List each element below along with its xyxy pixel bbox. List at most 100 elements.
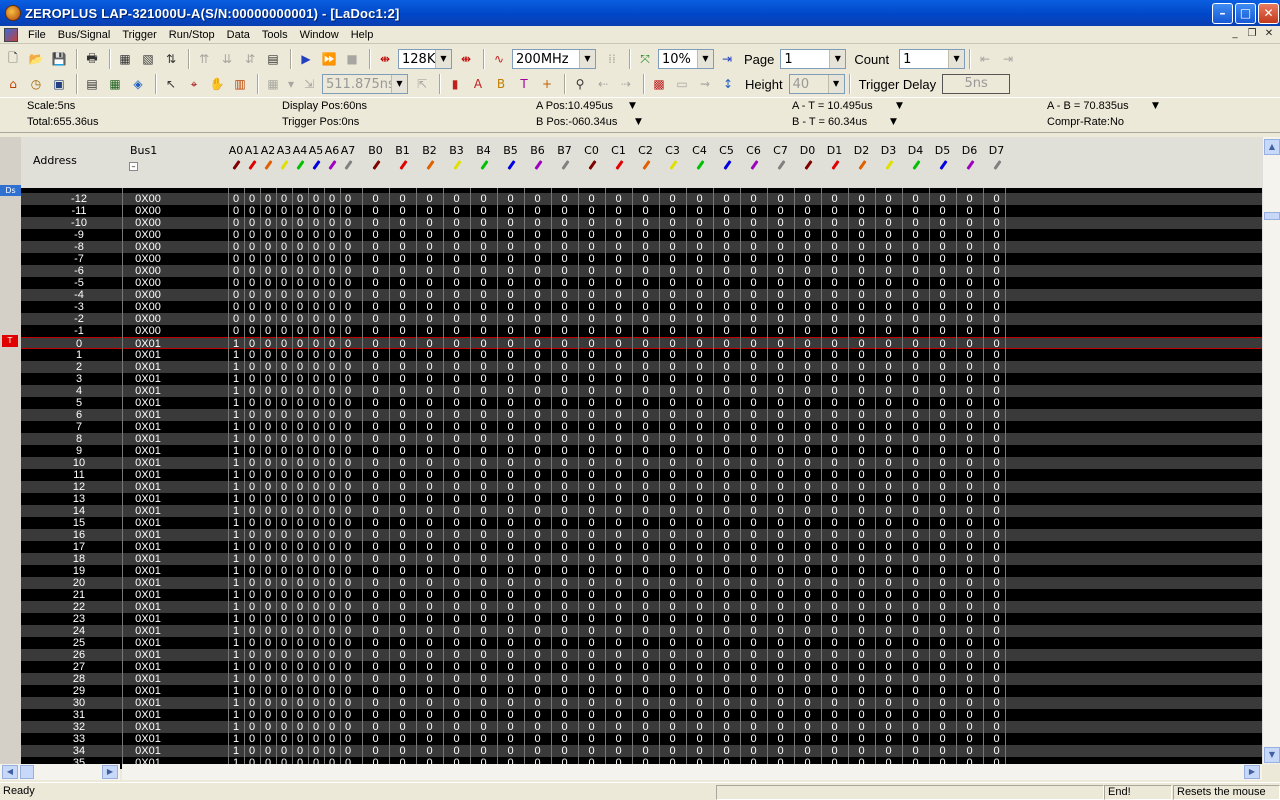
table-row[interactable]: -4 0X00 0 0 0 0 0 0 0 0 0 0 0 0 0 0 0 0 0 0 0 0 0 0 0 0 0 0 0 0 0 0 0 0 <box>21 289 1262 301</box>
scroll-thumb[interactable] <box>1264 212 1280 220</box>
bar-icon[interactable]: ▮ <box>445 74 465 94</box>
grid-icon[interactable]: ▦ <box>263 74 283 94</box>
table-row[interactable]: -5 0X00 0 0 0 0 0 0 0 0 0 0 0 0 0 0 0 0 0 0 0 0 0 0 0 0 0 0 0 0 0 0 0 0 <box>21 277 1262 289</box>
channel-header-a0[interactable]: A0 <box>228 144 244 157</box>
hand-icon[interactable]: ✋ <box>207 74 227 94</box>
channel-header-a2[interactable]: A2 <box>260 144 276 157</box>
channel-header-c1[interactable]: C1 <box>605 144 632 157</box>
menu-help[interactable]: Help <box>345 29 380 41</box>
bar-b-icon[interactable]: B <box>491 74 511 94</box>
save-icon[interactable]: 💾 <box>49 49 69 69</box>
bus-arrow-icon[interactable]: ⇝ <box>695 74 715 94</box>
channel-header-a6[interactable]: A6 <box>324 144 340 157</box>
table-row[interactable]: -6 0X00 0 0 0 0 0 0 0 0 0 0 0 0 0 0 0 0 0 0 0 0 0 0 0 0 0 0 0 0 0 0 0 0 <box>21 265 1262 277</box>
edge-up-icon[interactable]: ⇈ <box>194 49 214 69</box>
trigger-marker[interactable]: T <box>2 335 18 347</box>
channel-header-d2[interactable]: D2 <box>848 144 875 157</box>
channel-header-c4[interactable]: C4 <box>686 144 713 157</box>
channel-header-b3[interactable]: B3 <box>443 144 470 157</box>
cursor-icon[interactable]: ⌖ <box>184 74 204 94</box>
scroll-right-icon[interactable]: ▶ <box>1244 765 1260 779</box>
channel-header-c5[interactable]: C5 <box>713 144 740 157</box>
calendar-icon[interactable]: ▩ <box>649 74 669 94</box>
table-row[interactable]: 15 0X01 1 0 0 0 0 0 0 0 0 0 0 0 0 0 0 0 0 0 0 0 0 0 0 0 0 0 0 0 0 0 0 0 <box>21 517 1262 529</box>
table-row[interactable]: 7 0X01 1 0 0 0 0 0 0 0 0 0 0 0 0 0 0 0 0 0 0 0 0 0 0 0 0 0 0 0 0 0 0 0 <box>21 421 1262 433</box>
close-button[interactable]: ✕ <box>1258 3 1279 24</box>
address-header[interactable]: Address <box>33 154 77 167</box>
channel-header-c3[interactable]: C3 <box>659 144 686 157</box>
mdi-close-button[interactable]: ✕ <box>1262 28 1276 41</box>
channel-header-a1[interactable]: A1 <box>244 144 260 157</box>
count-select[interactable]: 1 ▼ <box>899 49 966 69</box>
memory-max-icon[interactable]: ⇼ <box>456 49 476 69</box>
menu-window[interactable]: Window <box>294 29 345 41</box>
bar-t-icon[interactable]: T <box>514 74 534 94</box>
table-row[interactable]: 16 0X01 1 0 0 0 0 0 0 0 0 0 0 0 0 0 0 0 0 0 0 0 0 0 0 0 0 0 0 0 0 0 0 0 <box>21 529 1262 541</box>
channel-header-c2[interactable]: C2 <box>632 144 659 157</box>
channel-header-a5[interactable]: A5 <box>308 144 324 157</box>
channel-header-d4[interactable]: D4 <box>902 144 929 157</box>
binoculars-icon[interactable]: ⚲ <box>570 74 590 94</box>
trigger-delay-value[interactable]: 5ns <box>942 74 1011 94</box>
time-value-select[interactable]: 511.875ns ▼ <box>322 74 408 94</box>
right-horizontal-scrollbar[interactable]: ▶ <box>122 764 1262 780</box>
table-row[interactable]: 5 0X01 1 0 0 0 0 0 0 0 0 0 0 0 0 0 0 0 0 0 0 0 0 0 0 0 0 0 0 0 0 0 0 0 <box>21 397 1262 409</box>
channel-header-a7[interactable]: A7 <box>340 144 356 157</box>
a-t-dropdown-icon[interactable]: ▼ <box>896 101 903 111</box>
table-icon[interactable]: ▦ <box>105 74 125 94</box>
menu-run-stop[interactable]: Run/Stop <box>163 29 221 41</box>
zoom-fit-icon[interactable]: ⤧ <box>635 49 655 69</box>
ruler-icon[interactable]: ▥ <box>230 74 250 94</box>
table-row[interactable]: 14 0X01 1 0 0 0 0 0 0 0 0 0 0 0 0 0 0 0 0 0 0 0 0 0 0 0 0 0 0 0 0 0 0 0 <box>21 505 1262 517</box>
mdi-restore-button[interactable]: ❐ <box>1245 28 1259 41</box>
channel-header-c7[interactable]: C7 <box>767 144 794 157</box>
table-row[interactable]: 0 0X01 1 0 0 0 0 0 0 0 0 0 0 0 0 0 0 0 0 0 0 0 0 0 0 0 0 0 0 0 0 0 0 0 <box>21 337 1262 350</box>
table-row[interactable]: 21 0X01 1 0 0 0 0 0 0 0 0 0 0 0 0 0 0 0 0 0 0 0 0 0 0 0 0 0 0 0 0 0 0 0 <box>21 589 1262 601</box>
channel-header-d6[interactable]: D6 <box>956 144 983 157</box>
stop-icon[interactable]: ■ <box>342 49 362 69</box>
channel-header-c6[interactable]: C6 <box>740 144 767 157</box>
scroll-right-icon[interactable]: ▶ <box>102 765 118 779</box>
chip-icon[interactable]: ◈ <box>128 74 148 94</box>
chevron-down-icon[interactable]: ▼ <box>829 50 846 68</box>
channel-header-b5[interactable]: B5 <box>497 144 524 157</box>
table-row[interactable]: 31 0X01 1 0 0 0 0 0 0 0 0 0 0 0 0 0 0 0 0 0 0 0 0 0 0 0 0 0 0 0 0 0 0 0 <box>21 709 1262 721</box>
bar-a-icon[interactable]: A <box>468 74 488 94</box>
channel-header-b2[interactable]: B2 <box>416 144 443 157</box>
chevron-down-icon[interactable]: ▼ <box>827 75 844 93</box>
table-row[interactable]: 32 0X01 1 0 0 0 0 0 0 0 0 0 0 0 0 0 0 0 0 0 0 0 0 0 0 0 0 0 0 0 0 0 0 0 <box>21 721 1262 733</box>
menu-data[interactable]: Data <box>221 29 256 41</box>
table-row[interactable]: -9 0X00 0 0 0 0 0 0 0 0 0 0 0 0 0 0 0 0 0 0 0 0 0 0 0 0 0 0 0 0 0 0 0 0 <box>21 229 1262 241</box>
chevron-down-icon[interactable]: ▼ <box>435 50 451 68</box>
run-repeat-icon[interactable]: ⏩ <box>319 49 339 69</box>
home-icon[interactable]: ⌂ <box>3 74 23 94</box>
memory-depth-select[interactable]: 128K ▼ <box>398 49 452 69</box>
chevron-down-icon[interactable]: ▼ <box>697 50 713 68</box>
table-row[interactable]: -2 0X00 0 0 0 0 0 0 0 0 0 0 0 0 0 0 0 0 0 0 0 0 0 0 0 0 0 0 0 0 0 0 0 0 <box>21 313 1262 325</box>
group-icon[interactable]: ▦ <box>115 49 135 69</box>
window-icon[interactable]: ▣ <box>49 74 69 94</box>
table-row[interactable]: 4 0X01 1 0 0 0 0 0 0 0 0 0 0 0 0 0 0 0 0 0 0 0 0 0 0 0 0 0 0 0 0 0 0 0 <box>21 385 1262 397</box>
sample-rate-select[interactable]: 200MHz ▼ <box>512 49 596 69</box>
vertical-scrollbar[interactable]: ▲ ▼ <box>1262 137 1280 764</box>
chevron-down-icon[interactable]: ▾ <box>286 74 296 94</box>
table-row[interactable]: 24 0X01 1 0 0 0 0 0 0 0 0 0 0 0 0 0 0 0 0 0 0 0 0 0 0 0 0 0 0 0 0 0 0 0 <box>21 625 1262 637</box>
open-icon[interactable]: 📂 <box>26 49 46 69</box>
menu-tools[interactable]: Tools <box>256 29 294 41</box>
table-row[interactable]: 34 0X01 1 0 0 0 0 0 0 0 0 0 0 0 0 0 0 0 0 0 0 0 0 0 0 0 0 0 0 0 0 0 0 0 <box>21 745 1262 757</box>
export-icon[interactable]: ▤ <box>263 49 283 69</box>
channel-header-b6[interactable]: B6 <box>524 144 551 157</box>
table-row[interactable]: 17 0X01 1 0 0 0 0 0 0 0 0 0 0 0 0 0 0 0 0 0 0 0 0 0 0 0 0 0 0 0 0 0 0 0 <box>21 541 1262 553</box>
table-row[interactable]: 11 0X01 1 0 0 0 0 0 0 0 0 0 0 0 0 0 0 0 0 0 0 0 0 0 0 0 0 0 0 0 0 0 0 0 <box>21 469 1262 481</box>
table-row[interactable]: -11 0X00 0 0 0 0 0 0 0 0 0 0 0 0 0 0 0 0 0 0 0 0 0 0 0 0 0 0 0 0 0 0 0 0 <box>21 205 1262 217</box>
bus-icon[interactable]: ▭ <box>672 74 692 94</box>
run-icon[interactable]: ▶ <box>296 49 316 69</box>
table-row[interactable]: 25 0X01 1 0 0 0 0 0 0 0 0 0 0 0 0 0 0 0 0 0 0 0 0 0 0 0 0 0 0 0 0 0 0 0 <box>21 637 1262 649</box>
b-pos-dropdown-icon[interactable]: ▼ <box>635 117 642 127</box>
table-row[interactable]: 1 0X01 1 0 0 0 0 0 0 0 0 0 0 0 0 0 0 0 0 0 0 0 0 0 0 0 0 0 0 0 0 0 0 0 <box>21 349 1262 361</box>
table-row[interactable]: 26 0X01 1 0 0 0 0 0 0 0 0 0 0 0 0 0 0 0 0 0 0 0 0 0 0 0 0 0 0 0 0 0 0 0 <box>21 649 1262 661</box>
maximize-button[interactable]: □ <box>1235 3 1256 24</box>
table-row[interactable]: -1 0X00 0 0 0 0 0 0 0 0 0 0 0 0 0 0 0 0 0 0 0 0 0 0 0 0 0 0 0 0 0 0 0 0 <box>21 325 1262 337</box>
b-t-dropdown-icon[interactable]: ▼ <box>890 117 897 127</box>
table-row[interactable]: 29 0X01 1 0 0 0 0 0 0 0 0 0 0 0 0 0 0 0 0 0 0 0 0 0 0 0 0 0 0 0 0 0 0 0 <box>21 685 1262 697</box>
